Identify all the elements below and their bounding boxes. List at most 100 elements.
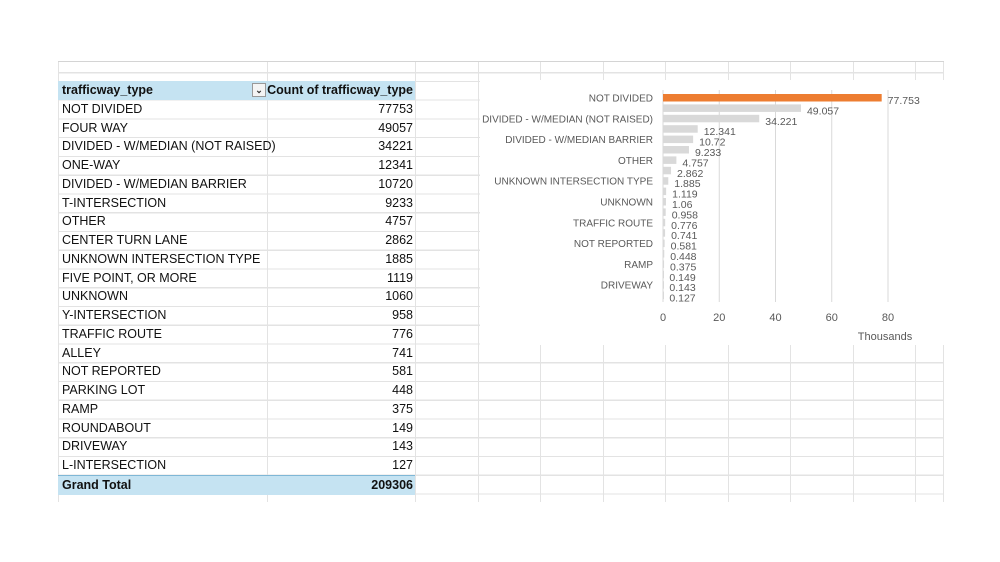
bar	[663, 94, 882, 102]
category-label: NOT REPORTED	[574, 239, 653, 250]
grand-total-label: Grand Total	[62, 477, 132, 492]
row-count: 776	[392, 326, 413, 341]
row-label: Y-INTERSECTION	[62, 308, 167, 322]
row-label: PARKING LOT	[62, 383, 146, 397]
value-header: Count of trafficway_type	[267, 83, 413, 97]
pivot-row[interactable]: UNKNOWN 1060	[58, 287, 415, 306]
pivot-row[interactable]: L-INTERSECTION 127	[58, 456, 415, 475]
pivot-row[interactable]: FOUR WAY 49057	[58, 119, 415, 138]
row-label-header: trafficway_type	[62, 83, 154, 97]
row-label: ONE-WAY	[62, 158, 121, 172]
pivot-header-row: trafficway_type ⌄ Count of trafficway_ty…	[58, 81, 415, 100]
row-count: 149	[392, 420, 413, 435]
x-tick-label: 60	[826, 312, 838, 324]
bar	[663, 260, 665, 268]
bar	[663, 208, 666, 216]
row-label: FIVE POINT, OR MORE	[62, 270, 197, 285]
row-count: 581	[392, 364, 413, 379]
pivot-row[interactable]: DIVIDED - W/MEDIAN BARRIER 10720	[58, 175, 415, 194]
data-label: 77.753	[888, 95, 920, 107]
row-count: 1119	[387, 270, 413, 285]
row-count: 4757	[385, 214, 413, 229]
pivot-row[interactable]: UNKNOWN INTERSECTION TYPE 1885	[58, 250, 415, 269]
row-count: 77753	[378, 101, 413, 116]
row-label: DIVIDED - W/MEDIAN (NOT RAISED)	[62, 139, 276, 154]
data-label: 49.057	[807, 105, 839, 117]
bar	[663, 125, 698, 133]
column-gridline	[415, 62, 416, 502]
pivot-row[interactable]: OTHER 4757	[58, 212, 415, 231]
x-tick-label: 0	[660, 312, 666, 324]
row-count: 34221	[378, 139, 413, 154]
category-label: DIVIDED - W/MEDIAN (NOT RAISED)	[482, 114, 653, 125]
x-tick-label: 40	[769, 312, 781, 324]
row-label: ALLEY	[62, 345, 101, 360]
bar	[663, 166, 672, 175]
bar	[663, 156, 677, 164]
pivot-row[interactable]: ROUNDABOUT 149	[58, 419, 415, 438]
bar	[663, 135, 694, 144]
bar	[663, 198, 666, 206]
grand-total-row: Grand Total 209306	[58, 474, 415, 495]
bar	[663, 187, 667, 196]
row-count: 2862	[385, 233, 413, 247]
x-tick-label: 80	[882, 312, 894, 324]
row-label: NOT DIVIDED	[62, 101, 143, 116]
category-label: TRAFFIC ROUTE	[573, 218, 653, 229]
row-label: DRIVEWAY	[62, 439, 128, 454]
row-label: DIVIDED - W/MEDIAN BARRIER	[62, 176, 247, 191]
bar	[663, 239, 665, 248]
bar	[663, 229, 666, 237]
bar-chart[interactable]: 0 20 40 60 80 Thousands 77.753 NOT DIVIDED 49.05…	[480, 80, 944, 345]
data-label: 34.221	[765, 116, 797, 128]
row-label: RAMP	[62, 401, 99, 416]
pivot-row[interactable]: DIVIDED - W/MEDIAN (NOT RAISED) 34221	[58, 137, 415, 156]
pivot-row[interactable]: TRAFFIC ROUTE 776	[58, 325, 415, 344]
data-label: 0.127	[669, 293, 695, 305]
bar	[663, 218, 666, 227]
row-label: UNKNOWN INTERSECTION TYPE	[62, 251, 261, 266]
pivot-row[interactable]: ONE-WAY 12341	[58, 156, 415, 175]
row-label: L-INTERSECTION	[62, 458, 167, 472]
row-count: 127	[392, 458, 413, 472]
row-count: 375	[392, 401, 413, 416]
row-label: T-INTERSECTION	[62, 195, 167, 210]
row-count: 741	[392, 345, 413, 360]
category-label: DRIVEWAY	[601, 281, 654, 292]
row-count: 10720	[378, 176, 413, 191]
row-count: 958	[392, 308, 413, 322]
x-tick-label: 20	[713, 312, 725, 324]
row-label: UNKNOWN	[62, 289, 128, 304]
bar	[663, 177, 669, 185]
category-label: RAMP	[624, 260, 653, 271]
pivot-row[interactable]: NOT DIVIDED 77753	[58, 100, 415, 119]
row-count: 1060	[385, 289, 413, 304]
category-label: OTHER	[618, 156, 653, 167]
chart-svg: 0 20 40 60 80 Thousands 77.753 NOT DIVIDED 49.05…	[482, 90, 920, 343]
pivot-row[interactable]: FIVE POINT, OR MORE 1119	[58, 269, 415, 288]
row-label: CENTER TURN LANE	[62, 233, 188, 247]
pivot-row[interactable]: Y-INTERSECTION 958	[58, 306, 415, 325]
pivot-row[interactable]: RAMP 375	[58, 400, 415, 419]
category-label: DIVIDED - W/MEDIAN BARRIER	[505, 135, 653, 146]
bar	[663, 270, 664, 279]
pivot-row[interactable]: PARKING LOT 448	[58, 381, 415, 400]
row-label: NOT REPORTED	[62, 364, 161, 379]
pivot-row[interactable]: CENTER TURN LANE 2862	[58, 231, 415, 250]
category-label: NOT DIVIDED	[589, 94, 653, 105]
row-count: 12341	[378, 158, 413, 172]
row-count: 1885	[385, 251, 413, 266]
row-label: TRAFFIC ROUTE	[62, 326, 162, 341]
filter-dropdown-icon[interactable]: ⌄	[252, 83, 266, 97]
pivot-row[interactable]: NOT REPORTED 581	[58, 362, 415, 381]
grand-total-value: 209306	[371, 477, 413, 492]
row-count: 9233	[385, 195, 413, 210]
category-label: UNKNOWN	[600, 198, 653, 209]
row-label: FOUR WAY	[62, 120, 128, 135]
pivot-row[interactable]: ALLEY 741	[58, 344, 415, 363]
pivot-row[interactable]: DRIVEWAY 143	[58, 437, 415, 456]
row-label: OTHER	[62, 214, 106, 229]
bar	[663, 114, 760, 123]
pivot-row[interactable]: T-INTERSECTION 9233	[58, 194, 415, 213]
row-label: ROUNDABOUT	[62, 420, 151, 435]
